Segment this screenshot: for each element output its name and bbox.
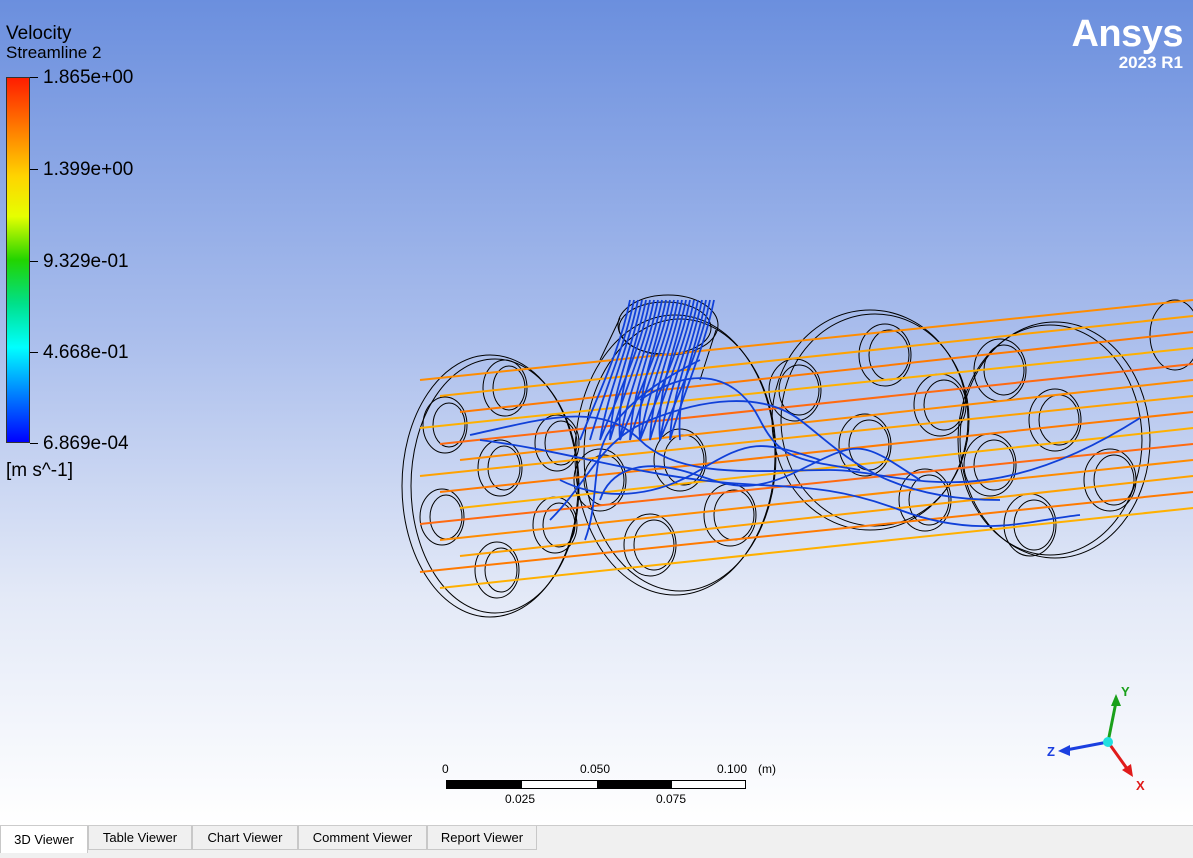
legend-value: 4.668e-01 (43, 342, 129, 363)
tube-hole-outline (633, 519, 675, 571)
tab-3d-viewer[interactable]: 3D Viewer (0, 826, 88, 853)
scale-label: 0.025 (505, 792, 536, 806)
streamline-fast (419, 299, 1193, 381)
legend-tick (30, 261, 38, 262)
tube-hole-outline (419, 488, 465, 546)
legend-value: 1.399e+00 (43, 159, 134, 180)
streamline-fast (439, 459, 1193, 541)
tube-hole-outline (713, 489, 755, 541)
tab-chart-viewer[interactable]: Chart Viewer (192, 826, 298, 850)
tab-report-viewer[interactable]: Report Viewer (427, 826, 537, 850)
tube-hole-outline (1038, 394, 1080, 446)
tab-comment-viewer[interactable]: Comment Viewer (298, 826, 427, 850)
ansys-logo: Ansys 2023 R1 (1071, 14, 1183, 72)
legend-title: Velocity (6, 23, 72, 44)
legend-color-bar (6, 77, 30, 443)
streamline-fast (419, 347, 1193, 429)
legend-value: 9.329e-01 (43, 251, 129, 272)
axis-label-z: Z (1047, 744, 1055, 759)
3d-viewport[interactable]: Velocity Streamline 2 1.865e+00 1.399e+0… (0, 0, 1193, 825)
scale-unit: (m) (758, 762, 776, 776)
tube-hole-outline (484, 547, 518, 593)
logo-version: 2023 R1 (1118, 53, 1183, 72)
legend-tick (30, 169, 38, 170)
scale-bar-graphic (446, 780, 746, 789)
tab-table-viewer[interactable]: Table Viewer (88, 826, 192, 850)
streamline-fast (459, 331, 1193, 413)
logo-name: Ansys (1071, 13, 1183, 55)
tube-hole-outline (544, 420, 578, 466)
scale-label: 0.050 (580, 762, 611, 776)
viewer-tab-bar: 3D Viewer Table Viewer Chart Viewer Comm… (0, 825, 1193, 858)
legend-tick (30, 443, 38, 444)
scale-segment (447, 781, 522, 788)
scale-segment (597, 781, 672, 788)
legend-unit: [m s^-1] (6, 460, 73, 481)
tube-hole-outline (1093, 454, 1135, 506)
scale-label: 0.100 (717, 762, 748, 776)
model-geometry[interactable] (0, 0, 1193, 825)
legend-tick (30, 352, 38, 353)
legend-subtitle: Streamline 2 (6, 43, 102, 62)
streamline-fast (439, 507, 1193, 589)
streamline-fast (459, 475, 1193, 557)
axis-triad[interactable]: Y Z X (1040, 680, 1160, 800)
axis-label-x: X (1136, 778, 1145, 793)
axis-label-y: Y (1121, 684, 1130, 699)
legend-tick (30, 77, 38, 78)
scale-label: 0 (442, 762, 449, 776)
legend-value-max: 1.865e+00 (43, 67, 134, 88)
legend-value-min: 6.869e-04 (43, 433, 129, 454)
tube-hole-outline (868, 329, 910, 381)
tube-hole-outline (429, 494, 463, 540)
scale-label: 0.075 (656, 792, 687, 806)
